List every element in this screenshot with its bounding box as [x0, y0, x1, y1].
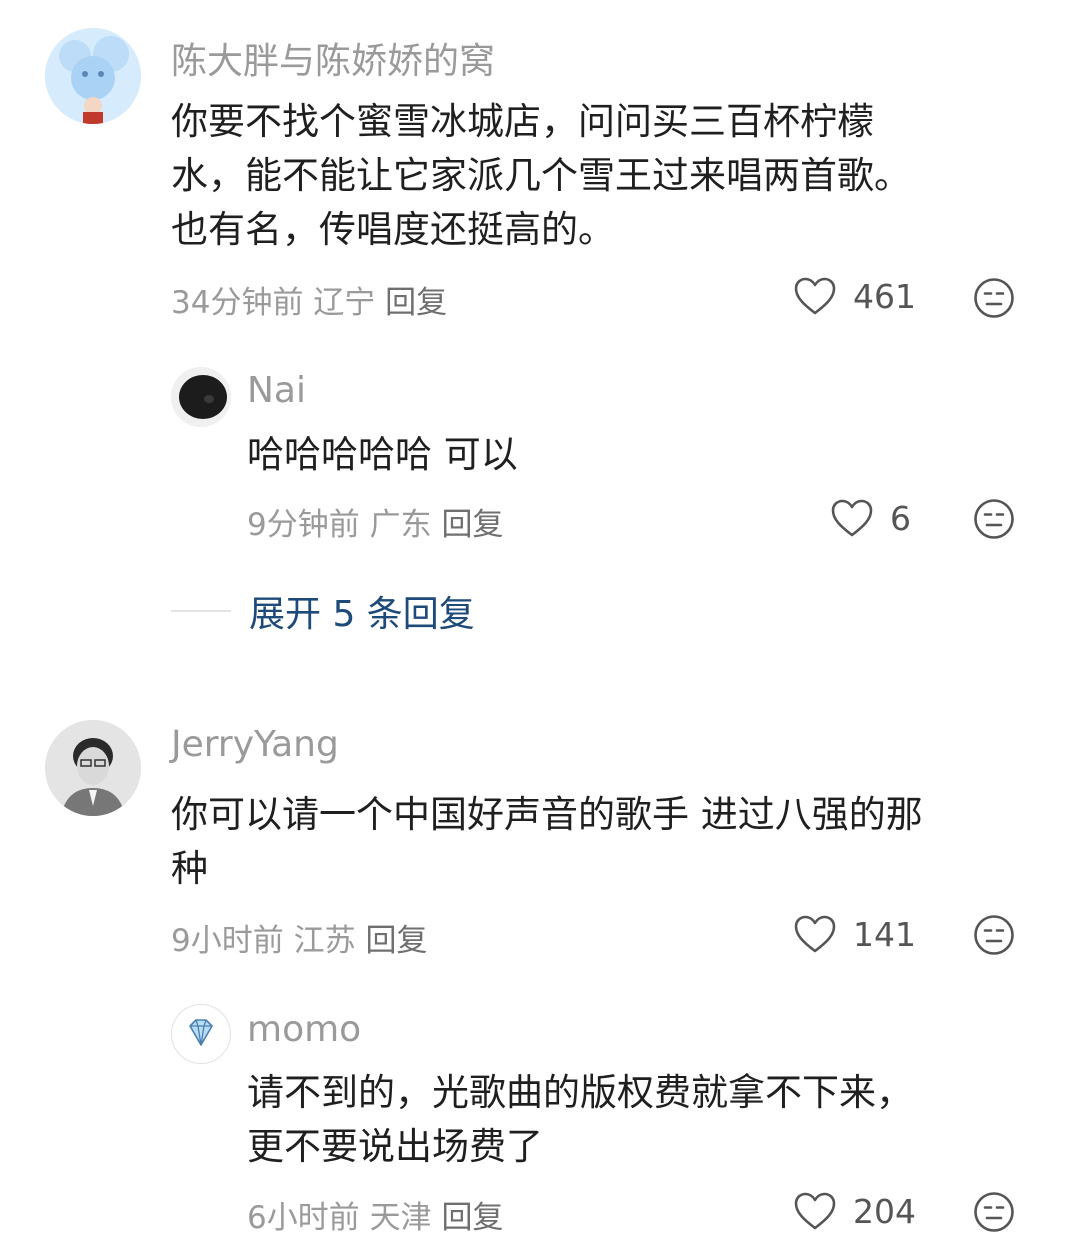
heart-outline-icon — [794, 915, 836, 953]
comment-text: 你要不找个蜜雪冰城店，问问买三百杯柠檬 水，能不能让它家派几个雪王过来唱两首歌。… — [171, 100, 911, 251]
expand-replies-button[interactable]: 展开 5 条回复 — [171, 585, 475, 637]
divider — [171, 610, 231, 612]
comment-time: 9小时前 — [171, 923, 284, 959]
reply-text: 哈哈哈哈哈 可以 — [247, 433, 518, 476]
like-count: 6 — [890, 498, 911, 538]
like-button[interactable]: 204 — [793, 1191, 916, 1231]
avatar[interactable] — [171, 367, 231, 427]
reply-button[interactable]: 回复 — [441, 507, 503, 543]
neutral-face-icon[interactable] — [973, 914, 1015, 956]
heart-outline-icon — [794, 1192, 836, 1230]
avatar-image — [45, 28, 141, 124]
neutral-face-icon[interactable] — [973, 277, 1015, 319]
reply-time: 6小时前 — [247, 1200, 360, 1236]
comment-username[interactable]: 陈大胖与陈娇娇的窝 — [171, 32, 495, 84]
comment-location: 江苏 — [293, 923, 356, 959]
comment-time: 34分钟前 — [171, 285, 304, 321]
reply-button[interactable]: 回复 — [441, 1200, 503, 1236]
like-button[interactable]: 461 — [793, 276, 916, 316]
avatar-image — [171, 367, 231, 427]
comment-text: 你可以请一个中国好声音的歌手 进过八强的那 种 — [171, 793, 923, 890]
heart-outline-icon — [831, 499, 873, 537]
comment-location: 辽宁 — [313, 285, 376, 321]
reply-username[interactable]: Nai — [247, 370, 306, 411]
avatar[interactable] — [171, 1004, 231, 1064]
comment-username[interactable]: JerryYang — [171, 724, 339, 765]
reply-button[interactable]: 回复 — [385, 285, 447, 321]
like-count: 461 — [853, 276, 916, 316]
heart-outline-icon — [794, 277, 836, 315]
neutral-face-icon[interactable] — [973, 498, 1015, 540]
like-count: 204 — [853, 1191, 916, 1231]
reply-location: 天津 — [369, 1200, 432, 1236]
reply-meta: 9分钟前 广东 回复 — [247, 499, 503, 544]
reply-time: 9分钟前 — [247, 507, 360, 543]
like-count: 141 — [853, 914, 916, 954]
comment-meta: 9小时前 江苏 回复 — [171, 915, 427, 960]
diamond-icon — [189, 1019, 213, 1046]
like-button[interactable]: 141 — [793, 914, 916, 954]
comment-meta: 34分钟前 辽宁 回复 — [171, 277, 447, 322]
reply-location: 广东 — [369, 507, 432, 543]
reply-meta: 6小时前 天津 回复 — [247, 1192, 503, 1237]
avatar[interactable] — [45, 720, 141, 816]
avatar-image — [45, 720, 141, 816]
neutral-face-icon[interactable] — [973, 1191, 1015, 1233]
expand-replies-label: 展开 5 条回复 — [249, 594, 475, 635]
reply-text: 请不到的，光歌曲的版权费就拿不下来， 更不要说出场费了 — [247, 1071, 913, 1168]
avatar[interactable] — [45, 28, 141, 124]
like-button[interactable]: 6 — [830, 498, 911, 538]
reply-button[interactable]: 回复 — [365, 923, 427, 959]
reply-username[interactable]: momo — [247, 1009, 361, 1050]
